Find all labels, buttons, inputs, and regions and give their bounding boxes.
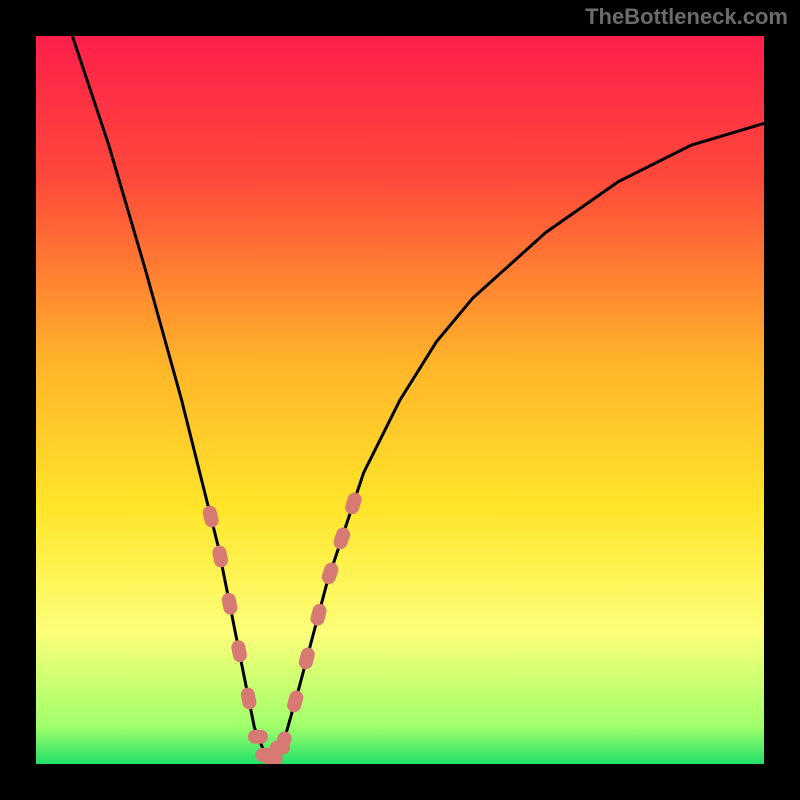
dot-segment bbox=[270, 741, 290, 755]
chart-svg bbox=[36, 36, 764, 764]
watermark-text: TheBottleneck.com bbox=[585, 4, 788, 30]
bottleneck-chart bbox=[36, 36, 764, 764]
dot-segment bbox=[248, 730, 268, 744]
